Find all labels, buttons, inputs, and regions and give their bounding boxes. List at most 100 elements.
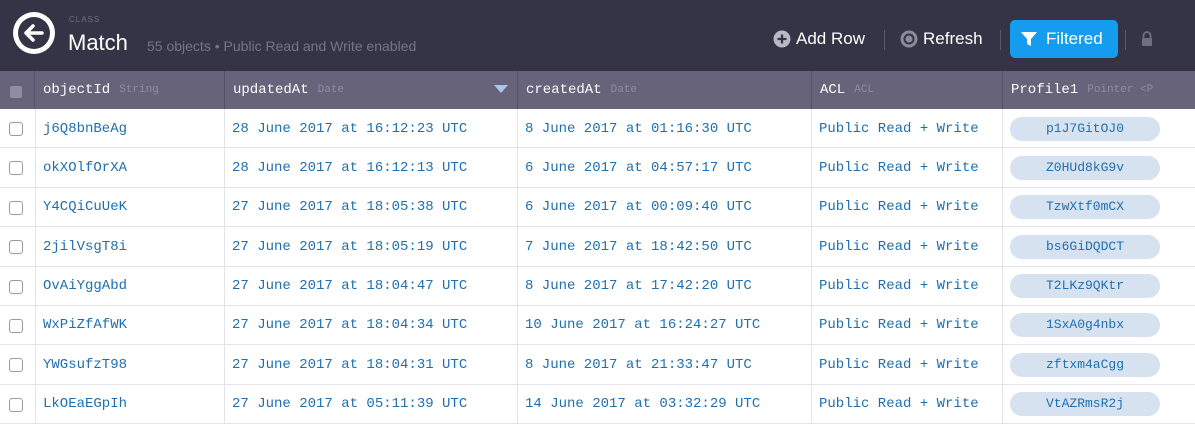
cell-text: 8 June 2017 at 01:16:30 UTC <box>525 120 752 137</box>
cell-profile1[interactable]: zftxm4aCgg <box>1003 345 1195 384</box>
cell-acl[interactable]: Public Read + Write <box>812 148 1003 188</box>
column-type: String <box>119 84 159 96</box>
cell-updatedAt[interactable]: 27 June 2017 at 05:11:39 UTC <box>225 384 518 424</box>
column-type: Date <box>610 84 638 96</box>
cell-profile1[interactable]: TzwXtf0mCX <box>1003 188 1195 227</box>
cell-objectId[interactable]: WxPiZfAfWK <box>35 305 225 345</box>
column-name: objectId <box>43 82 111 98</box>
cell-updatedAt[interactable]: 28 June 2017 at 16:12:23 UTC <box>225 109 518 148</box>
pointer-pill[interactable]: TzwXtf0mCX <box>1010 195 1160 220</box>
cell-createdAt[interactable]: 7 June 2017 at 18:42:50 UTC <box>518 227 812 267</box>
cell-createdAt[interactable]: 6 June 2017 at 00:09:40 UTC <box>518 187 812 227</box>
cell-updatedAt[interactable]: 27 June 2017 at 18:04:31 UTC <box>225 345 518 385</box>
cell-text: OvAiYggAbd <box>43 278 128 295</box>
column-name: ACL <box>820 82 846 98</box>
refresh-label: Refresh <box>923 29 983 48</box>
cell-text: 28 June 2017 at 16:12:13 UTC <box>232 159 468 176</box>
class-caption: CLASS <box>69 15 101 24</box>
cell-createdAt[interactable]: 10 June 2017 at 16:24:27 UTC <box>518 305 812 345</box>
cell-acl[interactable]: Public Read + Write <box>812 187 1003 227</box>
cell-text: 14 June 2017 at 03:32:29 UTC <box>525 396 761 413</box>
cell-objectId[interactable]: 2jilVsgT8i <box>35 227 225 267</box>
cell-text: 10 June 2017 at 16:24:27 UTC <box>525 317 761 334</box>
toolbar-divider <box>1000 30 1001 50</box>
cell-text: Public Read + Write <box>819 356 979 373</box>
pointer-pill[interactable]: Z0HUd8kG9v <box>1010 155 1160 180</box>
cell-createdAt[interactable]: 14 June 2017 at 03:32:29 UTC <box>518 384 812 424</box>
cell-acl[interactable]: Public Read + Write <box>812 384 1003 424</box>
column-header-createdAt[interactable]: createdAt Date <box>518 71 812 109</box>
table-row: Y4CQiCuUeK 27 June 2017 at 18:05:38 UTC … <box>0 187 1195 228</box>
cell-profile1[interactable]: Z0HUd8kG9v <box>1003 148 1195 187</box>
back-arrow-icon[interactable] <box>13 12 55 54</box>
cell-text: YWGsufzT98 <box>43 356 128 373</box>
pointer-pill[interactable]: bs6GiDQDCT <box>1010 234 1160 259</box>
cell-text: Public Read + Write <box>819 199 979 216</box>
row-checkbox[interactable] <box>9 240 23 255</box>
pointer-pill[interactable]: p1J7GitOJ0 <box>1010 116 1160 141</box>
add-row-button[interactable]: Add Row <box>773 25 865 53</box>
row-checkbox[interactable] <box>9 161 23 176</box>
cell-acl[interactable]: Public Read + Write <box>812 109 1003 148</box>
table-body: j6Q8bnBeAg 28 June 2017 at 16:12:23 UTC … <box>0 109 1195 425</box>
cell-profile1[interactable]: 1SxA0g4nbx <box>1003 306 1195 345</box>
cell-objectId[interactable]: okXOlfOrXA <box>35 148 225 188</box>
row-checkbox[interactable] <box>9 279 23 294</box>
cell-profile1[interactable]: p1J7GitOJ0 <box>1003 109 1195 148</box>
cell-profile1[interactable]: VtAZRmsR2j <box>1003 385 1195 424</box>
pointer-pill[interactable]: T2LKz9QKtr <box>1010 274 1160 299</box>
cell-updatedAt[interactable]: 28 June 2017 at 16:12:13 UTC <box>225 148 518 188</box>
row-checkbox[interactable] <box>9 358 23 373</box>
cell-objectId[interactable]: LkOEaEGpIh <box>35 384 225 424</box>
cell-updatedAt[interactable]: 27 June 2017 at 18:04:47 UTC <box>225 266 518 306</box>
cell-objectId[interactable]: YWGsufzT98 <box>35 345 225 385</box>
cell-acl[interactable]: Public Read + Write <box>812 266 1003 306</box>
lock-icon[interactable] <box>1140 30 1154 48</box>
cell-createdAt[interactable]: 8 June 2017 at 17:42:20 UTC <box>518 266 812 306</box>
toolbar: CLASS Match 55 objects • Public Read and… <box>0 0 1195 71</box>
column-header-Profile1[interactable]: Profile1 Pointer <P <box>1003 71 1195 109</box>
column-name: Profile1 <box>1011 82 1079 98</box>
cell-createdAt[interactable]: 8 June 2017 at 21:33:47 UTC <box>518 345 812 385</box>
filter-button[interactable]: Filtered <box>1010 20 1118 58</box>
cell-createdAt[interactable]: 8 June 2017 at 01:16:30 UTC <box>518 109 812 148</box>
cell-text: Public Read + Write <box>819 238 979 255</box>
cell-objectId[interactable]: OvAiYggAbd <box>35 266 225 306</box>
pointer-pill[interactable]: zftxm4aCgg <box>1010 352 1160 377</box>
cell-updatedAt[interactable]: 27 June 2017 at 18:05:38 UTC <box>225 187 518 227</box>
cell-acl[interactable]: Public Read + Write <box>812 345 1003 385</box>
cell-text: Public Read + Write <box>819 317 979 334</box>
cell-objectId[interactable]: Y4CQiCuUeK <box>35 187 225 227</box>
cell-profile1[interactable]: bs6GiDQDCT <box>1003 227 1195 266</box>
cell-createdAt[interactable]: 6 June 2017 at 04:57:17 UTC <box>518 148 812 188</box>
pointer-pill[interactable]: VtAZRmsR2j <box>1010 392 1160 417</box>
pointer-pill[interactable]: 1SxA0g4nbx <box>1010 313 1160 338</box>
cell-objectId[interactable]: j6Q8bnBeAg <box>35 109 225 148</box>
table-row: WxPiZfAfWK 27 June 2017 at 18:04:34 UTC … <box>0 305 1195 346</box>
row-checkbox[interactable] <box>9 200 23 215</box>
add-row-label: Add Row <box>796 29 865 48</box>
toolbar-divider <box>884 30 885 50</box>
sort-descending-icon[interactable] <box>494 85 508 93</box>
cell-text: 8 June 2017 at 21:33:47 UTC <box>525 356 752 373</box>
row-checkbox[interactable] <box>9 318 23 333</box>
cell-text: 8 June 2017 at 17:42:20 UTC <box>525 278 752 295</box>
cell-text: 6 June 2017 at 00:09:40 UTC <box>525 199 752 216</box>
refresh-button[interactable]: Refresh <box>900 25 983 53</box>
select-all-checkbox[interactable] <box>10 86 22 98</box>
cell-profile1[interactable]: T2LKz9QKtr <box>1003 267 1195 306</box>
table-row: YWGsufzT98 27 June 2017 at 18:04:31 UTC … <box>0 345 1195 385</box>
cell-updatedAt[interactable]: 27 June 2017 at 18:05:19 UTC <box>225 227 518 267</box>
cell-text: 2jilVsgT8i <box>43 238 128 255</box>
cell-updatedAt[interactable]: 27 June 2017 at 18:04:34 UTC <box>225 305 518 345</box>
cell-acl[interactable]: Public Read + Write <box>812 227 1003 267</box>
column-header-updatedAt[interactable]: updatedAt Date <box>225 71 518 109</box>
table-row: j6Q8bnBeAg 28 June 2017 at 16:12:23 UTC … <box>0 109 1195 149</box>
row-checkbox[interactable] <box>9 397 23 412</box>
column-header-objectId[interactable]: objectId String <box>35 71 225 109</box>
column-header-ACL[interactable]: ACL ACL <box>812 71 1003 109</box>
cell-text: Public Read + Write <box>819 159 979 176</box>
row-checkbox[interactable] <box>9 122 23 136</box>
filter-label: Filtered <box>1046 29 1103 48</box>
cell-acl[interactable]: Public Read + Write <box>812 305 1003 345</box>
